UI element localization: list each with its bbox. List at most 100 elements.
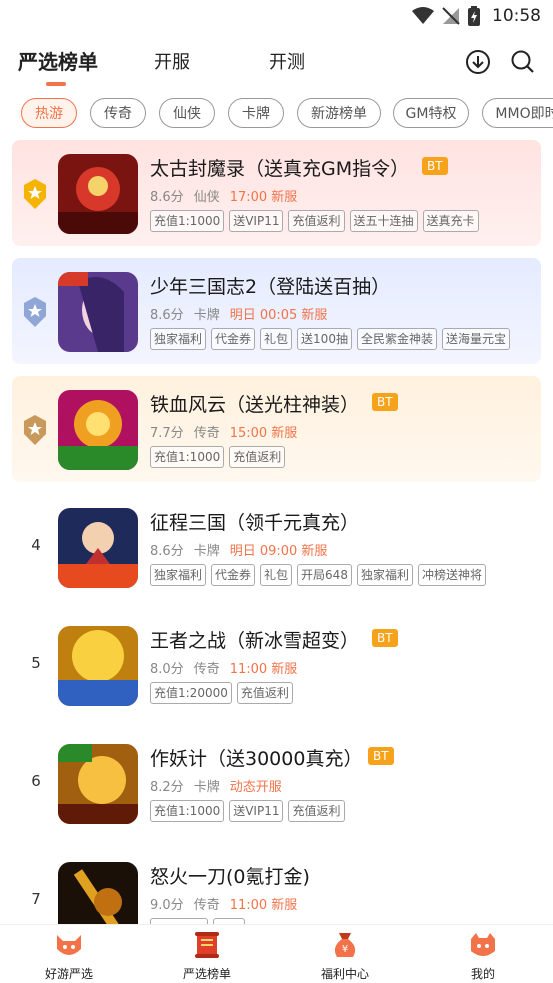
bottom-nav-label: 我的 [470,967,495,981]
tab-ranking[interactable]: 严选榜单 [18,46,98,75]
game-genre: 卡牌 [193,308,220,323]
tab-open-server[interactable]: 开服 [154,48,190,74]
rank-number: 7 [31,890,41,908]
game-score: 7.7分 [150,426,184,441]
bottom-nav: 好游严选 严选榜单 ¥ 福利中心 我的 [0,924,553,983]
tag: 礼包 [260,564,293,586]
rank-number: 4 [31,536,41,554]
game-row[interactable]: 太古封魔录（送真充GM指令） BT 8.6分 仙侠 17:00 新服 充值1:100… [12,140,541,246]
game-title: 征程三国（领千元真充） [150,512,360,534]
tag: 送五十连抽 [349,210,418,232]
game-tags: 充值1:1000 送VIP11 充值返利 [150,800,345,822]
game-icon [58,508,138,588]
open-time: 11:00 新服 [229,662,298,677]
svg-text:¥: ¥ [342,944,348,955]
game-score: 9.0分 [150,898,184,913]
chip-legend[interactable]: 传奇 [90,98,146,128]
bottom-nav-profile[interactable]: 我的 [438,929,528,982]
fox-icon [57,935,81,955]
status-time: 10:58 [492,6,541,26]
tag: 充值1:20000 [150,682,232,704]
game-tags: 充值1:20000 充值返利 [150,682,293,704]
tag: 送VIP11 [229,210,284,232]
game-meta: 9.0分 传奇 11:00 新服 [150,894,307,913]
face-icon [471,933,495,956]
game-ranking-list: 太古封魔录（送真充GM指令） BT 8.6分 仙侠 17:00 新服 充值1:100… [0,140,553,924]
game-genre: 传奇 [193,426,220,441]
bronze-medal-icon [24,415,46,445]
game-genre: 传奇 [193,662,220,677]
rank-number: 5 [31,654,41,672]
open-time: 17:00 新服 [229,190,298,205]
open-time: 明日 00:05 新服 [229,308,328,323]
tag: 独家福利 [356,564,413,586]
game-tags: 充值1:1000 送VIP11 充值返利 送五十连抽 送真充卡 [150,210,479,232]
game-score: 8.0分 [150,662,184,677]
game-meta: 7.7分 传奇 15:00 新服 [150,422,307,441]
chip-mmo[interactable]: MMO即时 [482,98,553,128]
no-signal-icon [442,7,460,25]
game-title: 太古封魔录（送真充GM指令） [150,158,410,180]
game-genre: 传奇 [193,898,220,913]
tab-open-test[interactable]: 开测 [269,48,305,74]
game-title: 铁血风云（送光柱神装） [150,394,360,416]
game-row[interactable]: 4 征程三国（领千元真充） 8.6分 卡牌 明日 09:00 新服 独家福利 代金券… [12,494,541,600]
game-tags: 充值1:1000 充值返利 [150,446,286,468]
game-row[interactable]: 少年三国志2（登陆送百抽） 8.6分 卡牌 明日 00:05 新服 独家福利 代金券… [12,258,541,364]
tag: 独家福利 [150,564,207,586]
active-tab-indicator [46,82,66,86]
game-genre: 卡牌 [193,544,220,559]
tag: 充值返利 [288,800,345,822]
game-row[interactable]: 5 王者之战（新冰雪超变） BT 8.0分 传奇 11:00 新服 充值1:2000… [12,612,541,718]
game-meta: 8.6分 仙侠 17:00 新服 [150,186,307,205]
game-title: 怒火一刀(0氪打金) [150,866,310,888]
chip-hot[interactable]: 热游 [21,98,77,128]
game-title: 少年三国志2（登陆送百抽） [150,276,391,298]
tag: 送真充卡 [422,210,479,232]
download-button[interactable] [464,48,492,76]
game-icon [58,390,138,470]
game-row[interactable]: 7 怒火一刀(0氪打金) 9.0分 传奇 11:00 新服 [12,848,541,924]
tag: 代金券 [211,564,256,586]
chip-xianxia[interactable]: 仙侠 [159,98,215,128]
tag: 充值1:1000 [150,446,225,468]
chip-card[interactable]: 卡牌 [228,98,284,128]
search-icon [511,50,534,73]
category-chips: 热游 传奇 仙侠 卡牌 新游榜单 GM特权 MMO即时 [0,98,553,130]
tag: 全民紫金神装 [356,328,437,350]
chip-new-games[interactable]: 新游榜单 [297,98,381,128]
game-score: 8.6分 [150,190,184,205]
tag: 开局648 [297,564,352,586]
game-tags: 独家福利 代金券 礼包 开局648 独家福利 冲榜送神将 [150,564,486,586]
game-row[interactable]: 铁血风云（送光柱神装） BT 7.7分 传奇 15:00 新服 充值1:1000 充… [12,376,541,482]
tag: 送海量元宝 [441,328,510,350]
game-meta: 8.2分 卡牌 动态开服 [150,776,292,795]
game-title: 作妖计（送30000真充） [150,748,363,770]
open-time: 11:00 新服 [229,898,298,913]
open-time: 明日 09:00 新服 [229,544,328,559]
game-score: 8.6分 [150,308,184,323]
rank-number: 6 [31,772,41,790]
game-score: 8.6分 [150,544,184,559]
bt-badge: BT [372,393,398,411]
bottom-nav-ranking[interactable]: 严选榜单 [162,929,252,982]
tag: 独家福利 [150,328,207,350]
tag: 充值返利 [236,682,293,704]
scroll-icon [195,932,219,958]
search-button[interactable] [509,48,537,76]
game-genre: 仙侠 [193,190,220,205]
chip-gm[interactable]: GM特权 [393,98,469,128]
battery-charging-icon [468,6,480,26]
tag: 代金券 [211,328,256,350]
bottom-nav-welfare[interactable]: ¥ 福利中心 [300,929,390,982]
bottom-nav-label: 好游严选 [44,967,93,981]
status-bar: 10:58 [0,0,553,32]
game-row[interactable]: 6 作妖计（送30000真充） BT 8.2分 卡牌 动态开服 充值1:1000 送… [12,730,541,836]
open-time: 动态开服 [229,780,282,795]
tag: 充值1:1000 [150,210,225,232]
game-icon [58,154,138,234]
tag: 礼包 [260,328,293,350]
bottom-nav-home[interactable]: 好游严选 [24,929,114,982]
tag: 充值返利 [288,210,345,232]
bottom-nav-label: 福利中心 [320,967,369,981]
